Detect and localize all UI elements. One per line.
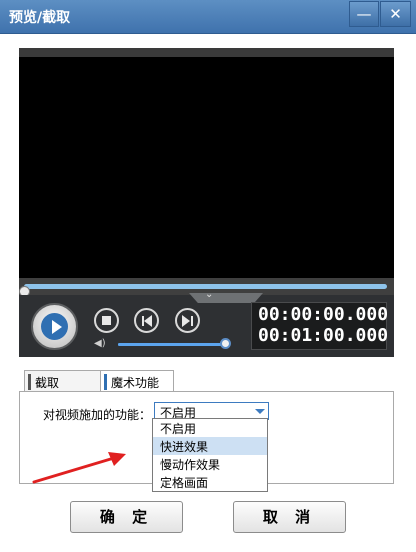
volume-fill xyxy=(118,343,227,346)
function-dropdown-list: 不启用 快进效果 慢动作效果 定格画面 xyxy=(152,418,268,492)
dropdown-option-disabled[interactable]: 不启用 xyxy=(153,419,267,437)
cancel-button[interactable]: 取 消 xyxy=(233,501,346,533)
minimize-button[interactable]: — xyxy=(349,1,379,27)
dropdown-option-freeze-frame[interactable]: 定格画面 xyxy=(153,473,267,491)
next-frame-button[interactable] xyxy=(175,308,200,333)
play-icon xyxy=(52,320,62,334)
time-display: 00:00:00.000 00:01:00.000 xyxy=(251,302,389,350)
tab-magic-functions[interactable]: 魔术功能 xyxy=(100,370,174,392)
volume-icon[interactable]: ◀) xyxy=(94,339,106,349)
tab-strip: 截取 魔术功能 xyxy=(19,370,394,392)
previous-frame-button[interactable] xyxy=(134,308,159,333)
previous-frame-icon xyxy=(144,315,152,327)
volume-slider[interactable] xyxy=(118,343,227,346)
play-button[interactable] xyxy=(31,303,78,350)
dropdown-arrow-icon[interactable] xyxy=(255,409,265,414)
window-title: 预览/截取 xyxy=(9,10,71,26)
dropdown-option-slow-motion[interactable]: 慢动作效果 xyxy=(153,455,267,473)
current-time: 00:00:00.000 xyxy=(258,304,389,325)
video-screen xyxy=(19,57,394,282)
title-bar: 预览/截取 — ✕ xyxy=(0,0,416,34)
next-frame-icon xyxy=(182,315,190,327)
stop-icon xyxy=(102,316,111,325)
tab-capture[interactable]: 截取 xyxy=(24,370,101,392)
volume-knob[interactable] xyxy=(220,338,231,349)
function-label: 对视频施加的功能： xyxy=(43,408,152,422)
annotation-arrow-icon xyxy=(32,452,126,484)
total-time: 00:01:00.000 xyxy=(258,325,389,346)
video-preview-frame xyxy=(19,48,394,291)
chevron-down-icon[interactable]: ⌄ xyxy=(205,289,213,300)
stop-button[interactable] xyxy=(94,308,119,333)
dropdown-option-fast-forward[interactable]: 快进效果 xyxy=(153,437,267,455)
control-bar: ⌄ ◀) 00:00:00.000 00:01:00.000 xyxy=(19,289,394,357)
close-button[interactable]: ✕ xyxy=(380,1,411,27)
ok-button[interactable]: 确 定 xyxy=(70,501,183,533)
